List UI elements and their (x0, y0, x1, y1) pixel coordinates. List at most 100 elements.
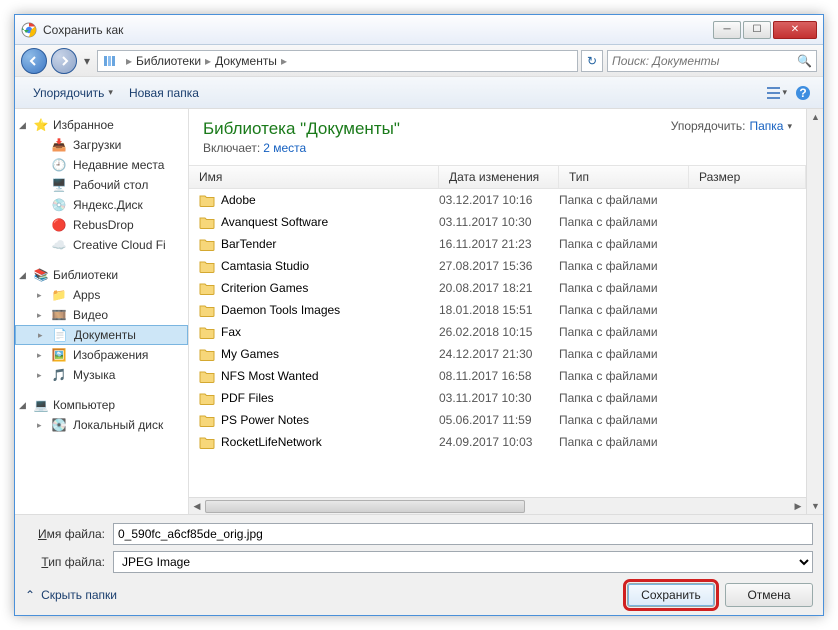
downloads-icon: 📥 (51, 137, 67, 153)
scroll-left-icon[interactable]: ◀ (189, 498, 205, 514)
sidebar-item-local-disk[interactable]: ▸💽Локальный диск (15, 415, 188, 435)
file-name: NFS Most Wanted (221, 369, 319, 383)
folder-icon (199, 390, 215, 406)
scroll-right-icon[interactable]: ▶ (790, 498, 806, 514)
maximize-button[interactable]: ☐ (743, 21, 771, 39)
file-row[interactable]: Fax26.02.2018 10:15Папка с файлами (189, 321, 806, 343)
sidebar-item-downloads[interactable]: 📥Загрузки (15, 135, 188, 155)
pictures-icon: 🖼️ (51, 347, 67, 363)
scroll-down-icon[interactable]: ▼ (807, 498, 823, 514)
creative-cloud-icon: ☁️ (51, 237, 67, 253)
titlebar[interactable]: Сохранить как ─ ☐ ✕ (15, 15, 823, 45)
sidebar-item-apps[interactable]: ▸📁Apps (15, 285, 188, 305)
file-date: 18.01.2018 15:51 (439, 303, 559, 317)
file-row[interactable]: RocketLifeNetwork24.09.2017 10:03Папка с… (189, 431, 806, 453)
file-date: 05.06.2017 11:59 (439, 413, 559, 427)
sidebar-computer[interactable]: ◢💻Компьютер (15, 395, 188, 415)
file-list[interactable]: Adobe 03.12.2017 10:16 Папка с файлами Avan… (189, 189, 806, 497)
file-row[interactable]: PDF Files03.11.2017 10:30Папка с файлами (189, 387, 806, 409)
breadcrumb[interactable]: ▸ Библиотеки ▸ Документы ▸ (97, 50, 578, 72)
save-button[interactable]: Сохранить (627, 583, 715, 607)
library-subtitle: Включает: 2 места (203, 141, 400, 155)
file-row[interactable]: BarTender16.11.2017 21:23Папка с файлами (189, 233, 806, 255)
column-name[interactable]: Имя (189, 166, 439, 188)
folder-icon (199, 236, 215, 252)
file-type: Папка с файлами (559, 413, 689, 427)
search-input[interactable] (612, 54, 797, 68)
file-row[interactable]: Camtasia Studio27.08.2017 15:36Папка с ф… (189, 255, 806, 277)
file-type: Папка с файлами (559, 259, 689, 273)
column-size[interactable]: Размер (689, 166, 806, 188)
history-dropdown[interactable]: ▾ (81, 48, 93, 74)
desktop-icon: 🖥️ (51, 177, 67, 193)
sidebar-item-desktop[interactable]: 🖥️Рабочий стол (15, 175, 188, 195)
column-date[interactable]: Дата изменения (439, 166, 559, 188)
close-button[interactable]: ✕ (773, 21, 817, 39)
column-headers[interactable]: Имя Дата изменения Тип Размер (189, 165, 806, 189)
video-icon: 🎞️ (51, 307, 67, 323)
footer: Имя файла: Тип файла: JPEG Image ⌃ Скрыт… (15, 514, 823, 615)
file-name: My Games (221, 347, 279, 361)
yandex-icon: 💿 (51, 197, 67, 213)
search-box[interactable]: 🔍 (607, 50, 817, 72)
refresh-button[interactable]: ↻ (581, 50, 603, 72)
filetype-label: Тип файла: (25, 555, 105, 569)
scroll-up-icon[interactable]: ▲ (807, 109, 823, 125)
file-type: Папка с файлами (559, 281, 689, 295)
view-options-button[interactable]: ▾ (767, 83, 787, 103)
file-row[interactable]: PS Power Notes05.06.2017 11:59Папка с фа… (189, 409, 806, 431)
library-icon: 📚 (33, 267, 49, 283)
folder-icon (199, 302, 215, 318)
navigation-pane[interactable]: ◢⭐Избранное 📥Загрузки 🕘Недавние места 🖥️… (15, 109, 189, 514)
organize-button[interactable]: Упорядочить▾ (25, 82, 121, 104)
filetype-select[interactable]: JPEG Image (113, 551, 813, 573)
folder-icon (199, 412, 215, 428)
file-row[interactable]: NFS Most Wanted08.11.2017 16:58Папка с ф… (189, 365, 806, 387)
file-name: Adobe (221, 193, 256, 207)
sidebar-item-recent[interactable]: 🕘Недавние места (15, 155, 188, 175)
sidebar-item-yandex[interactable]: 💿Яндекс.Диск (15, 195, 188, 215)
breadcrumb-documents[interactable]: Документы (215, 54, 277, 68)
save-dialog: Сохранить как ─ ☐ ✕ ▾ ▸ Библиотеки ▸ Док… (14, 14, 824, 616)
sort-by[interactable]: Упорядочить: Папка ▾ (671, 119, 792, 133)
file-name: PDF Files (221, 391, 274, 405)
vertical-scrollbar[interactable]: ▲ ▼ (806, 109, 823, 514)
file-row[interactable]: Daemon Tools Images18.01.2018 15:51Папка… (189, 299, 806, 321)
horizontal-scrollbar[interactable]: ◀ ▶ (189, 497, 806, 514)
body: ◢⭐Избранное 📥Загрузки 🕘Недавние места 🖥️… (15, 109, 823, 514)
filename-input[interactable] (113, 523, 813, 545)
apps-icon: 📁 (51, 287, 67, 303)
sidebar-item-documents[interactable]: ▸📄Документы (15, 325, 188, 345)
file-row[interactable]: Adobe03.12.2017 10:16Папка с файлами (189, 189, 806, 211)
column-type[interactable]: Тип (559, 166, 689, 188)
folder-icon (199, 346, 215, 362)
file-type: Папка с файлами (559, 347, 689, 361)
sidebar-item-pictures[interactable]: ▸🖼️Изображения (15, 345, 188, 365)
help-button[interactable]: ? (793, 83, 813, 103)
file-row[interactable]: Criterion Games20.08.2017 18:21Папка с ф… (189, 277, 806, 299)
file-row[interactable]: My Games24.12.2017 21:30Папка с файлами (189, 343, 806, 365)
sidebar-item-video[interactable]: ▸🎞️Видео (15, 305, 188, 325)
new-folder-button[interactable]: Новая папка (121, 82, 207, 104)
file-row[interactable]: Avanquest Software03.11.2017 10:30Папка … (189, 211, 806, 233)
file-date: 03.12.2017 10:16 (439, 193, 559, 207)
minimize-button[interactable]: ─ (713, 21, 741, 39)
file-name: Camtasia Studio (221, 259, 309, 273)
breadcrumb-libraries[interactable]: Библиотеки (136, 54, 201, 68)
sidebar-item-music[interactable]: ▸🎵Музыка (15, 365, 188, 385)
file-date: 26.02.2018 10:15 (439, 325, 559, 339)
library-icon (102, 53, 118, 69)
forward-button[interactable] (51, 48, 77, 74)
cancel-button[interactable]: Отмена (725, 583, 813, 607)
sidebar-libraries[interactable]: ◢📚Библиотеки (15, 265, 188, 285)
computer-icon: 💻 (33, 397, 49, 413)
hide-folders-button[interactable]: ⌃ Скрыть папки (25, 588, 117, 602)
sidebar-item-rebusdrop[interactable]: 🔴RebusDrop (15, 215, 188, 235)
sidebar-item-creative-cloud[interactable]: ☁️Creative Cloud Fi (15, 235, 188, 255)
includes-link[interactable]: 2 места (263, 141, 306, 155)
back-button[interactable] (21, 48, 47, 74)
sidebar-favorites[interactable]: ◢⭐Избранное (15, 115, 188, 135)
scrollbar-thumb[interactable] (205, 500, 525, 513)
file-name: Fax (221, 325, 241, 339)
documents-icon: 📄 (52, 327, 68, 343)
